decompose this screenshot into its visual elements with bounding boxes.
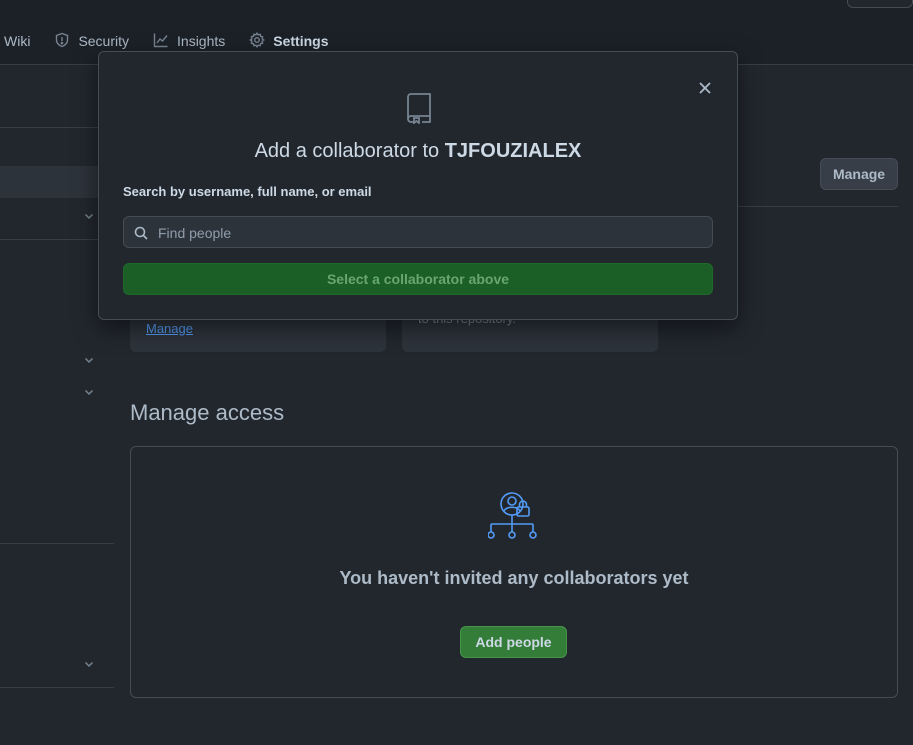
repo-name: TJFOUZIALEX bbox=[444, 140, 582, 162]
search-label: Search by username, full name, or email bbox=[123, 184, 372, 199]
sidebar-divider bbox=[0, 127, 114, 128]
gear-icon bbox=[249, 31, 266, 51]
tab-wiki-label: Wiki bbox=[4, 33, 31, 49]
section-divider bbox=[738, 206, 898, 207]
sidebar-divider bbox=[0, 687, 114, 688]
person-network-icon bbox=[487, 490, 542, 542]
close-icon[interactable] bbox=[695, 78, 715, 98]
add-collaborator-dialog: Add a collaborator to TJFOUZIALEX Search… bbox=[98, 51, 738, 320]
sidebar-item-selected[interactable] bbox=[0, 166, 114, 198]
tab-wiki[interactable]: Wiki bbox=[4, 33, 30, 49]
dialog-title-prefix: Add a collaborator to bbox=[254, 140, 445, 162]
chevron-down-icon[interactable] bbox=[83, 353, 95, 365]
graph-icon bbox=[153, 32, 169, 51]
search-icon bbox=[134, 226, 148, 240]
add-people-button[interactable]: Add people bbox=[460, 626, 567, 658]
repo-icon bbox=[405, 92, 433, 125]
tab-insights-label: Insights bbox=[177, 33, 226, 49]
search-input[interactable] bbox=[156, 217, 700, 249]
sidebar-divider bbox=[0, 543, 114, 544]
tab-settings-label: Settings bbox=[273, 33, 329, 49]
search-field[interactable] bbox=[123, 216, 713, 249]
manage-link[interactable]: Manage bbox=[146, 321, 193, 336]
tab-security[interactable]: Security bbox=[54, 32, 129, 51]
manage-access-heading: Manage access bbox=[130, 400, 285, 425]
manage-button[interactable]: Manage bbox=[820, 158, 898, 190]
collaborators-box: You haven't invited any collaborators ye… bbox=[130, 446, 898, 698]
select-collaborator-button[interactable]: Select a collaborator above bbox=[123, 263, 713, 295]
header-button[interactable] bbox=[847, 0, 913, 8]
tab-security-label: Security bbox=[78, 33, 130, 49]
sidebar-divider bbox=[0, 239, 114, 240]
chevron-down-icon[interactable] bbox=[83, 657, 95, 669]
shield-icon bbox=[54, 32, 70, 51]
empty-state-text: You haven't invited any collaborators ye… bbox=[339, 568, 689, 588]
dialog-title: Add a collaborator to TJFOUZIALEX bbox=[99, 140, 737, 163]
chevron-down-icon[interactable] bbox=[83, 209, 95, 221]
tab-insights[interactable]: Insights bbox=[153, 32, 225, 51]
chevron-down-icon[interactable] bbox=[83, 385, 95, 397]
tab-settings[interactable]: Settings bbox=[249, 31, 329, 51]
